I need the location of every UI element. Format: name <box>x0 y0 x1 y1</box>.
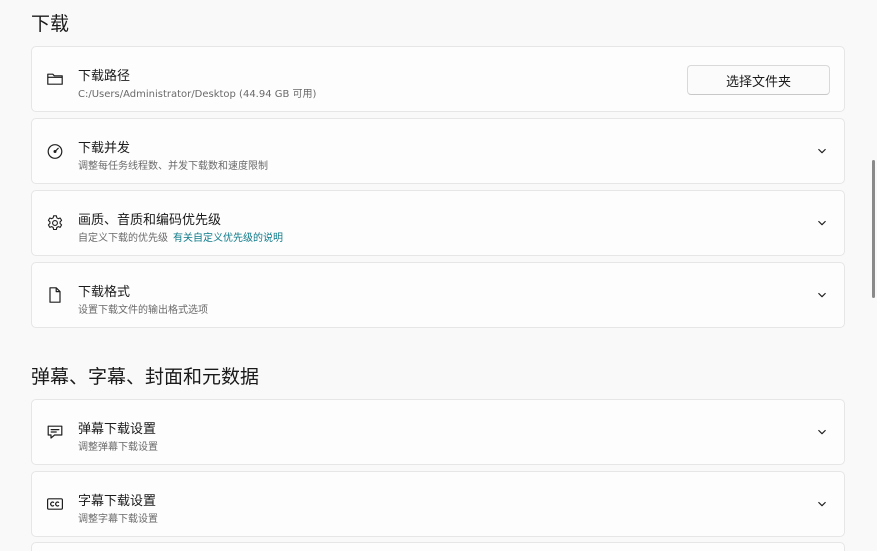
card-download-concurrency[interactable]: 下载并发 调整每任务线程数、并发下载数和速度限制 <box>31 118 845 184</box>
priority-help-link[interactable]: 有关自定义优先级的说明 <box>173 233 283 244</box>
section-title-metadata: 弹幕、字幕、封面和元数据 <box>31 366 260 388</box>
chat-bubble-icon <box>46 423 64 441</box>
download-format-title: 下载格式 <box>78 285 131 300</box>
quality-priority-desc-text: 自定义下载的优先级 <box>78 233 168 244</box>
quality-priority-desc: 自定义下载的优先级 有关自定义优先级的说明 <box>78 229 283 244</box>
chevron-down-icon[interactable] <box>815 144 829 158</box>
download-path-title: 下载路径 <box>78 69 131 84</box>
card-download-path: 下载路径 C:/Users/Administrator/Desktop (44.… <box>31 46 845 112</box>
download-concurrency-title: 下载并发 <box>78 141 131 156</box>
subtitle-settings-title: 字幕下载设置 <box>78 494 157 509</box>
choose-folder-button[interactable]: 选择文件夹 <box>687 65 830 95</box>
chevron-down-icon[interactable] <box>815 497 829 511</box>
card-partial-next <box>31 542 845 551</box>
document-icon <box>46 286 64 304</box>
vertical-scrollbar[interactable] <box>872 160 875 298</box>
folder-icon <box>46 70 64 88</box>
chevron-down-icon[interactable] <box>815 425 829 439</box>
gear-icon <box>46 214 64 232</box>
download-path-desc: C:/Users/Administrator/Desktop (44.94 GB… <box>78 89 317 100</box>
download-concurrency-desc: 调整每任务线程数、并发下载数和速度限制 <box>78 161 268 172</box>
chevron-down-icon[interactable] <box>815 288 829 302</box>
card-subtitle-settings[interactable]: 字幕下载设置 调整字幕下载设置 <box>31 471 845 537</box>
subtitle-settings-desc: 调整字幕下载设置 <box>78 514 158 525</box>
download-format-desc: 设置下载文件的输出格式选项 <box>78 305 208 316</box>
card-danmaku-settings[interactable]: 弹幕下载设置 调整弹幕下载设置 <box>31 399 845 465</box>
danmaku-settings-desc: 调整弹幕下载设置 <box>78 442 158 453</box>
card-quality-priority[interactable]: 画质、音质和编码优先级 自定义下载的优先级 有关自定义优先级的说明 <box>31 190 845 256</box>
speedometer-icon <box>46 142 64 160</box>
danmaku-settings-title: 弹幕下载设置 <box>78 422 157 437</box>
closed-caption-icon <box>46 495 64 513</box>
quality-priority-title: 画质、音质和编码优先级 <box>78 213 222 228</box>
card-download-format[interactable]: 下载格式 设置下载文件的输出格式选项 <box>31 262 845 328</box>
chevron-down-icon[interactable] <box>815 216 829 230</box>
section-title-download: 下载 <box>31 13 70 35</box>
settings-page: 下载 下载路径 C:/Users/Administrator/Desktop (… <box>0 0 877 551</box>
